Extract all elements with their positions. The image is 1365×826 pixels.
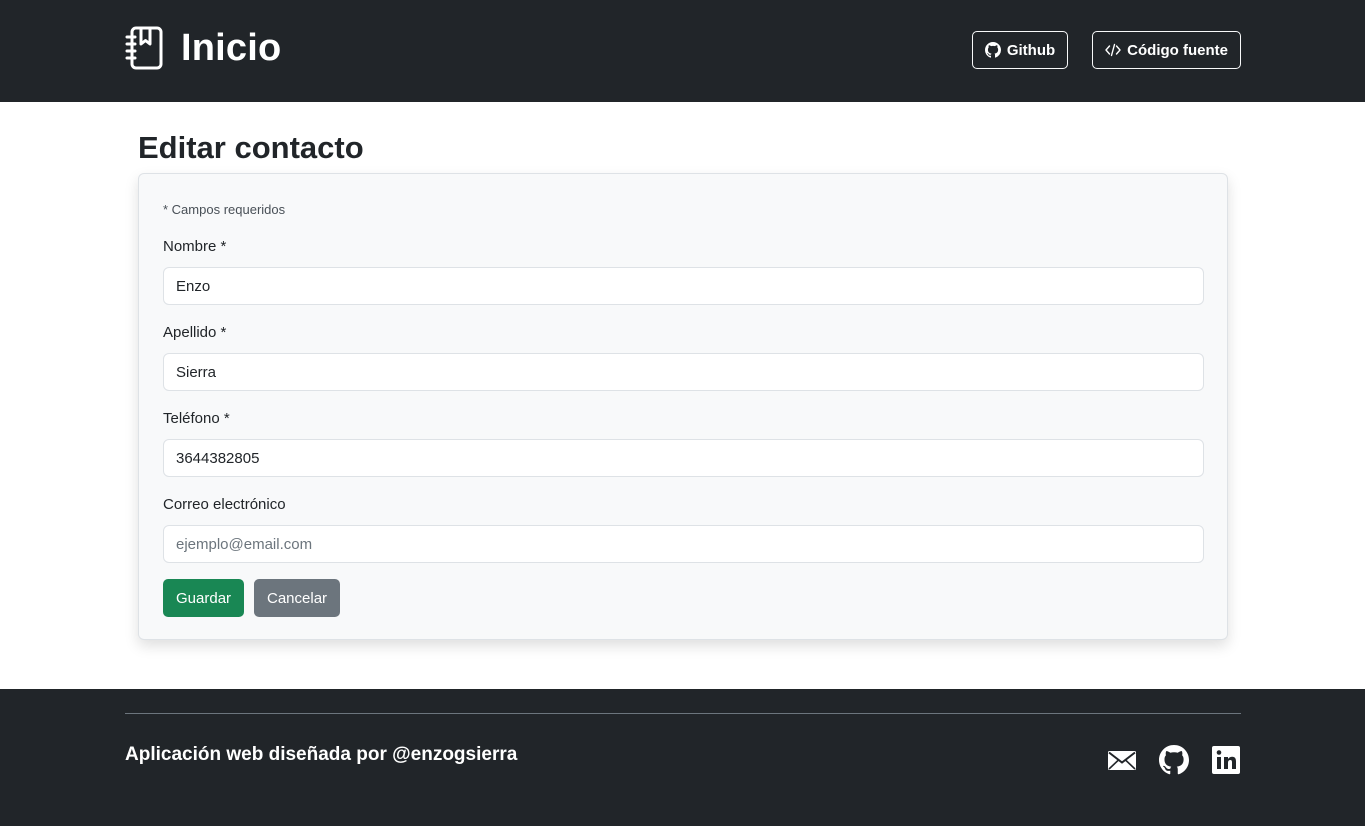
last-name-label: Apellido * <box>163 324 227 341</box>
journal-bookmark-icon <box>125 26 163 70</box>
phone-input[interactable] <box>163 439 1204 477</box>
save-button[interactable]: Guardar <box>163 579 245 617</box>
github-icon <box>984 42 1001 58</box>
navbar: Inicio Github Código fuente <box>0 0 1365 102</box>
footer-divider <box>125 713 1241 714</box>
required-fields-note: * Campos requeridos <box>163 202 286 217</box>
source-code-button[interactable]: Código fuente <box>1092 31 1241 69</box>
github-button[interactable]: Github <box>971 31 1069 69</box>
footer: Aplicación web diseñada por @enzogsierra <box>0 689 1365 826</box>
cancel-button[interactable]: Cancelar <box>254 579 341 617</box>
footer-credit: Aplicación web diseñada por @enzogsierra <box>125 744 518 765</box>
last-name-input[interactable] <box>163 353 1204 391</box>
github-button-label: Github <box>1006 41 1056 59</box>
source-code-button-label: Código fuente <box>1127 41 1228 59</box>
github-icon[interactable] <box>1159 745 1189 775</box>
phone-label: Teléfono * <box>163 410 230 427</box>
header-actions: Github Código fuente <box>971 31 1241 69</box>
first-name-label: Nombre * <box>163 238 227 255</box>
brand-title: Inicio <box>181 26 282 69</box>
page-title: Editar contacto <box>138 130 364 165</box>
email-input[interactable] <box>163 525 1204 563</box>
email-label: Correo electrónico <box>163 496 286 513</box>
code-slash-icon <box>1105 43 1121 57</box>
edit-contact-form: * Campos requeridos Nombre * Apellido * … <box>138 173 1228 640</box>
footer-social-links <box>1107 745 1241 775</box>
main-content: Editar contacto * Campos requeridos Nomb… <box>0 102 1365 689</box>
linkedin-icon[interactable] <box>1211 745 1241 775</box>
first-name-input[interactable] <box>163 267 1204 305</box>
envelope-icon[interactable] <box>1107 745 1137 775</box>
brand-link[interactable]: Inicio <box>125 26 281 70</box>
